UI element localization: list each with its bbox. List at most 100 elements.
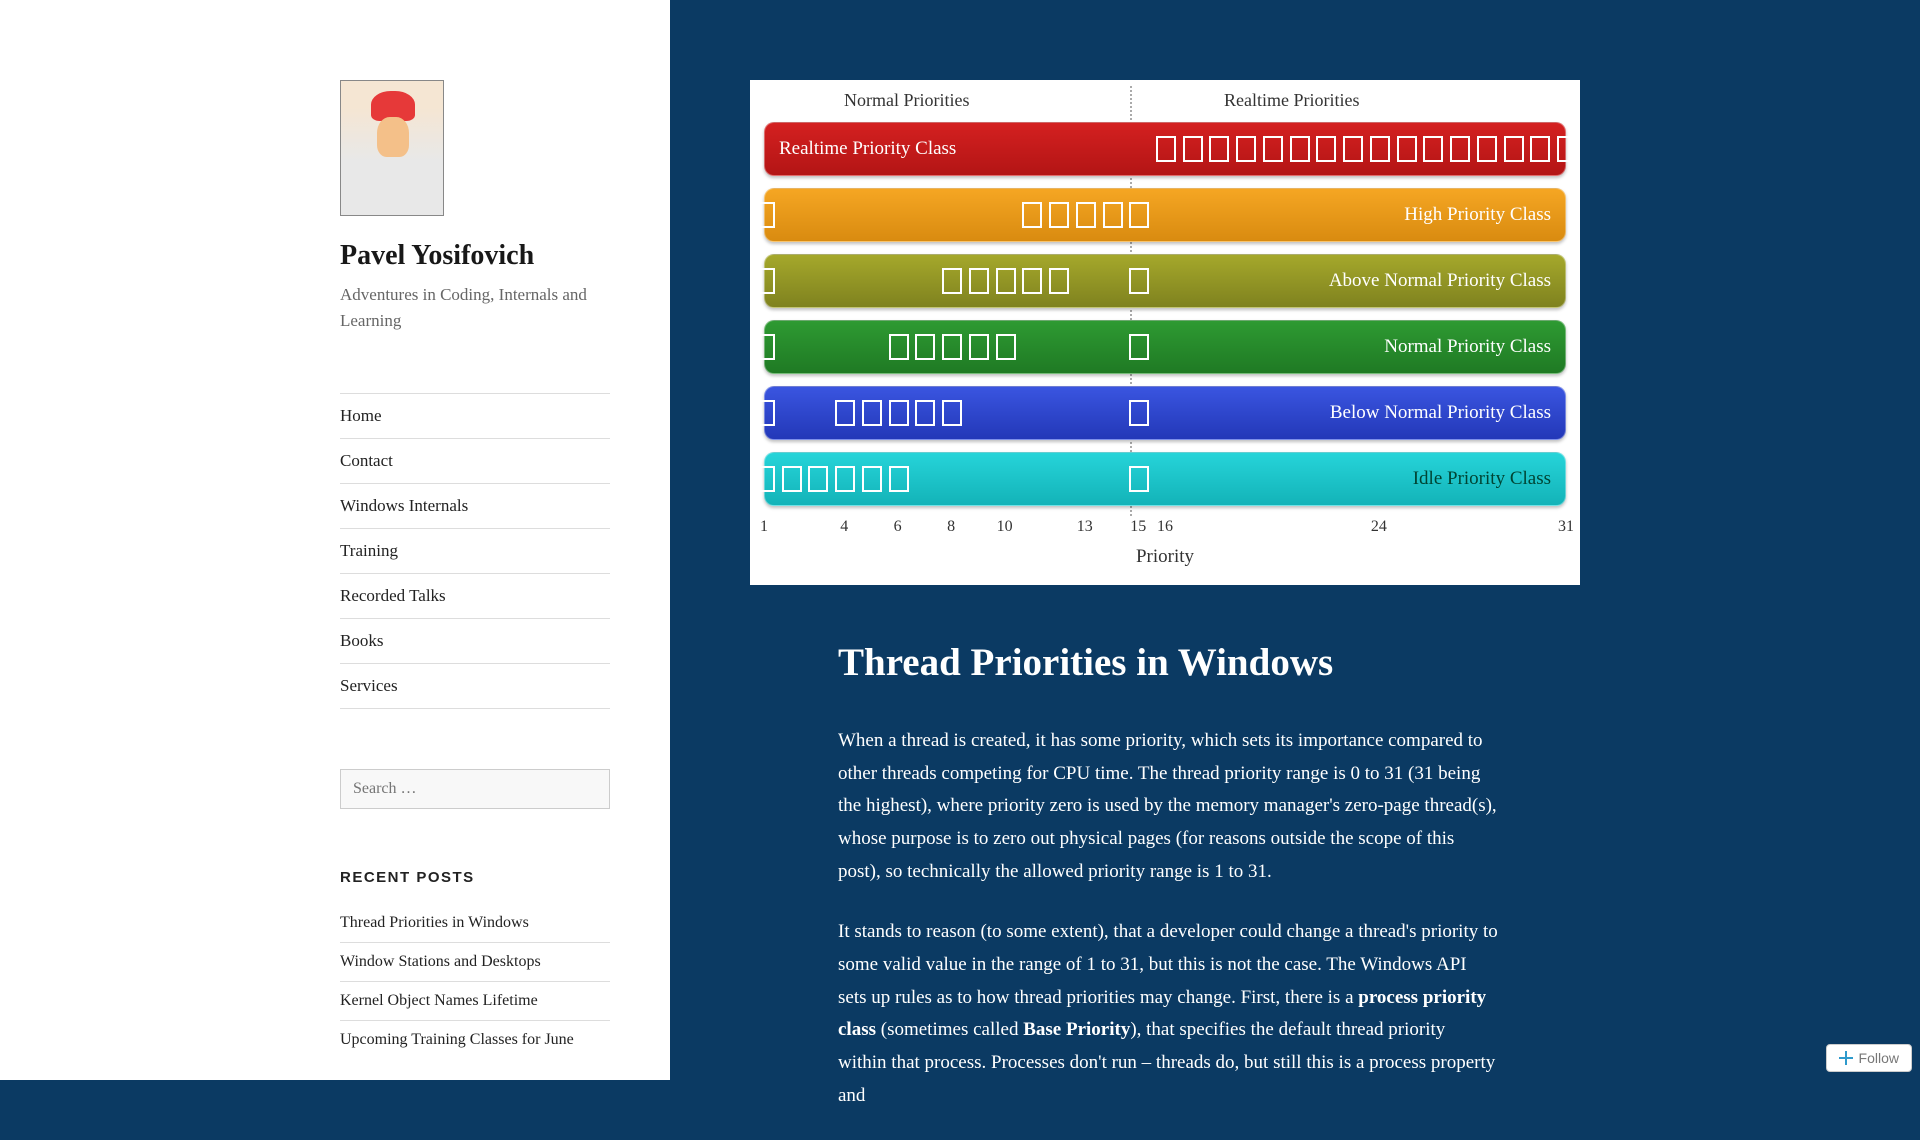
priority-bar: Normal Priority Class xyxy=(764,320,1566,374)
article-paragraph: When a thread is created, it has some pr… xyxy=(838,725,1498,888)
recent-posts-heading: RECENT POSTS xyxy=(340,869,610,886)
search-input[interactable] xyxy=(340,769,610,809)
priority-marker xyxy=(1263,136,1283,162)
priority-axis-label: Priority xyxy=(764,546,1566,568)
priority-marker xyxy=(1236,136,1256,162)
priority-marker xyxy=(942,268,962,294)
recent-post-link[interactable]: Thread Priorities in Windows xyxy=(340,914,610,943)
priority-bar-label: Idle Priority Class xyxy=(1399,468,1565,490)
priority-marker xyxy=(942,400,962,426)
diagram-header-normal: Normal Priorities xyxy=(844,90,969,111)
priority-marker xyxy=(835,400,855,426)
priority-marker xyxy=(1450,136,1470,162)
axis-tick-label: 6 xyxy=(894,518,902,536)
priority-marker xyxy=(755,202,775,228)
main-content: Normal Priorities Realtime Priorities Re… xyxy=(670,0,1920,1080)
priority-bar: High Priority Class xyxy=(764,188,1566,242)
priority-marker xyxy=(942,334,962,360)
nav-item-recorded-talks[interactable]: Recorded Talks xyxy=(340,574,610,619)
diagram-header-realtime: Realtime Priorities xyxy=(1224,90,1359,111)
priority-marker xyxy=(1477,136,1497,162)
priority-marker xyxy=(1129,400,1149,426)
priority-marker xyxy=(915,400,935,426)
priority-marker xyxy=(1049,268,1069,294)
priority-marker xyxy=(862,466,882,492)
priority-marker xyxy=(889,334,909,360)
priority-axis: 1468101315162431 xyxy=(764,518,1566,542)
priority-marker xyxy=(996,334,1016,360)
site-title-link[interactable]: Pavel Yosifovich xyxy=(340,240,610,272)
follow-label: Follow xyxy=(1859,1050,1899,1066)
priority-marker xyxy=(755,466,775,492)
recent-posts-list: Thread Priorities in Windows Window Stat… xyxy=(340,914,610,1059)
priority-marker xyxy=(1530,136,1550,162)
recent-post-link[interactable]: Upcoming Training Classes for June xyxy=(340,1021,610,1059)
priority-marker xyxy=(1129,268,1149,294)
priority-marker xyxy=(1076,202,1096,228)
nav-item-home[interactable]: Home xyxy=(340,394,610,439)
article: Thread Priorities in Windows When a thre… xyxy=(838,640,1498,1140)
nav-item-training[interactable]: Training xyxy=(340,529,610,574)
priority-marker xyxy=(755,268,775,294)
recent-post-link[interactable]: Window Stations and Desktops xyxy=(340,943,610,982)
priority-marker xyxy=(755,334,775,360)
priority-marker xyxy=(782,466,802,492)
article-paragraph: It stands to reason (to some extent), th… xyxy=(838,916,1498,1112)
nav-item-books[interactable]: Books xyxy=(340,619,610,664)
nav-item-services[interactable]: Services xyxy=(340,664,610,709)
priority-bar-label: Below Normal Priority Class xyxy=(1316,402,1565,424)
priority-marker xyxy=(969,334,989,360)
axis-tick-label: 8 xyxy=(947,518,955,536)
priority-marker xyxy=(1103,202,1123,228)
priority-marker xyxy=(1022,202,1042,228)
avatar[interactable] xyxy=(340,80,444,216)
priority-marker xyxy=(889,466,909,492)
priority-diagram: Normal Priorities Realtime Priorities Re… xyxy=(750,80,1580,585)
recent-post-link[interactable]: Kernel Object Names Lifetime xyxy=(340,982,610,1021)
priority-marker xyxy=(1156,136,1176,162)
priority-marker xyxy=(915,334,935,360)
priority-marker xyxy=(1504,136,1524,162)
priority-marker xyxy=(1129,334,1149,360)
nav-item-windows-internals[interactable]: Windows Internals xyxy=(340,484,610,529)
sidebar: Pavel Yosifovich Adventures in Coding, I… xyxy=(0,0,670,1080)
axis-tick-label: 24 xyxy=(1371,518,1387,536)
primary-nav: Home Contact Windows Internals Training … xyxy=(340,393,610,709)
article-title: Thread Priorities in Windows xyxy=(838,640,1498,685)
plus-icon xyxy=(1839,1051,1853,1065)
priority-bar-label: Realtime Priority Class xyxy=(765,138,970,160)
priority-marker xyxy=(1129,202,1149,228)
priority-bar: Below Normal Priority Class xyxy=(764,386,1566,440)
axis-tick-label: 16 xyxy=(1157,518,1173,536)
priority-bar: Above Normal Priority Class xyxy=(764,254,1566,308)
priority-marker xyxy=(1209,136,1229,162)
axis-tick-label: 15 xyxy=(1130,518,1146,536)
axis-tick-label: 13 xyxy=(1077,518,1093,536)
priority-bars: Realtime Priority Class High Priority Cla… xyxy=(764,122,1566,506)
priority-bar-label: High Priority Class xyxy=(1390,204,1565,226)
priority-marker xyxy=(1183,136,1203,162)
axis-tick-label: 1 xyxy=(760,518,768,536)
axis-tick-label: 31 xyxy=(1558,518,1574,536)
follow-button[interactable]: Follow xyxy=(1826,1044,1912,1072)
priority-marker xyxy=(1397,136,1417,162)
priority-bar: Realtime Priority Class xyxy=(764,122,1566,176)
nav-item-contact[interactable]: Contact xyxy=(340,439,610,484)
priority-marker xyxy=(862,400,882,426)
priority-marker xyxy=(1022,268,1042,294)
priority-bar-label: Above Normal Priority Class xyxy=(1315,270,1565,292)
priority-marker xyxy=(1423,136,1443,162)
axis-tick-label: 10 xyxy=(997,518,1013,536)
priority-marker xyxy=(1290,136,1310,162)
priority-bar-label: Normal Priority Class xyxy=(1370,336,1565,358)
priority-marker xyxy=(1316,136,1336,162)
priority-marker xyxy=(1370,136,1390,162)
tagline: Adventures in Coding, Internals and Lear… xyxy=(340,282,610,333)
priority-marker xyxy=(969,268,989,294)
priority-marker xyxy=(889,400,909,426)
priority-marker xyxy=(1129,466,1149,492)
priority-marker xyxy=(1343,136,1363,162)
priority-marker xyxy=(996,268,1016,294)
priority-marker xyxy=(1049,202,1069,228)
priority-bar: Idle Priority Class xyxy=(764,452,1566,506)
